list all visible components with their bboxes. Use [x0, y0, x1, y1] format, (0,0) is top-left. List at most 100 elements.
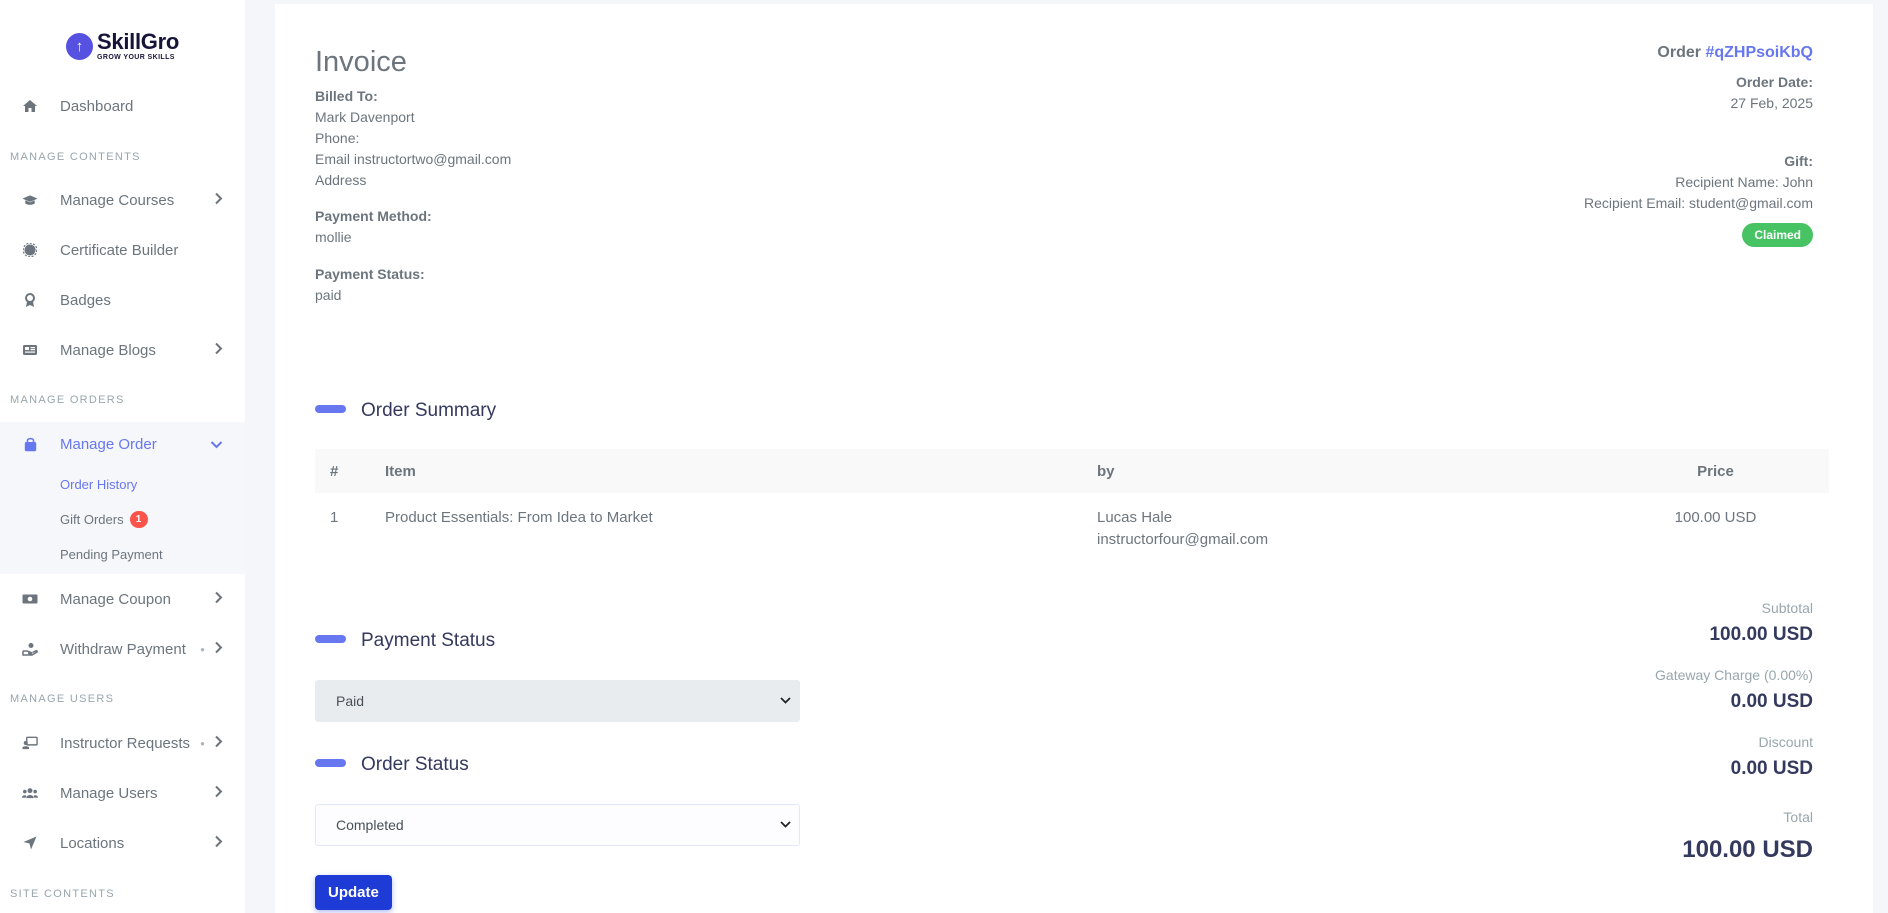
row-instructor-email: instructorfour@gmail.com: [1097, 531, 1269, 548]
sidebar-item-label: Manage Order: [60, 435, 157, 453]
sidebar-subitem-pending-payment[interactable]: Pending Payment: [60, 547, 163, 562]
newspaper-icon: [22, 342, 38, 358]
chevron-right-icon: [214, 192, 223, 208]
payment-method-label: Payment Method:: [315, 208, 432, 224]
sidebar-item-manage-order[interactable]: Manage Order: [0, 422, 245, 466]
chevron-right-icon: [214, 835, 223, 851]
graduation-cap-icon: [22, 192, 38, 208]
sidebar-item-label: Instructor Requests: [60, 734, 191, 752]
dot-indicator-icon: ●: [200, 738, 205, 748]
discount-label: Discount: [1758, 734, 1813, 750]
chevron-down-icon: [780, 819, 791, 831]
row-number: 1: [330, 509, 339, 526]
payment-status-label: Payment Status:: [315, 266, 425, 282]
sidebar-item-badges[interactable]: Badges: [0, 278, 245, 322]
certificate-icon: [22, 242, 38, 258]
sidebar-item-manage-users[interactable]: Manage Users: [0, 771, 245, 815]
total-value: 100.00 USD: [1682, 836, 1813, 863]
sidebar-item-dashboard[interactable]: Dashboard: [0, 84, 245, 128]
shopping-bag-icon: [22, 436, 38, 452]
sidebar-subitem-gift-orders[interactable]: Gift Orders 1: [60, 511, 148, 528]
chevron-right-icon: [214, 591, 223, 607]
gift-status-badge: Claimed: [1742, 223, 1813, 247]
sidebar-subitem-label: Pending Payment: [60, 547, 163, 562]
column-header-item: Item: [370, 449, 1082, 493]
table-header-row: # Item by Price: [315, 449, 1829, 493]
order-date-label: Order Date:: [1735, 74, 1813, 90]
order-id-prefix: Order: [1657, 44, 1706, 61]
column-header-price: Price: [1602, 449, 1829, 493]
subtotal-value: 100.00 USD: [1709, 624, 1813, 645]
sidebar-item-manage-courses[interactable]: Manage Courses: [0, 178, 245, 222]
chevron-right-icon: [214, 342, 223, 358]
sidebar-item-manage-blogs[interactable]: Manage Blogs: [0, 328, 245, 372]
row-by: Lucas Hale instructorfour@gmail.com: [1082, 493, 1602, 565]
sidebar-item-locations[interactable]: Locations: [0, 821, 245, 865]
chevron-right-icon: [214, 641, 223, 657]
sidebar-item-label: Manage Courses: [60, 191, 175, 209]
total-label: Total: [1783, 809, 1813, 825]
section-accent-bar: [315, 635, 346, 643]
chevron-down-icon: [210, 437, 223, 452]
order-summary-title: Order Summary: [361, 400, 497, 421]
payment-status-value: paid: [315, 287, 342, 303]
chevron-right-icon: [214, 735, 223, 751]
update-button[interactable]: Update: [315, 875, 392, 910]
home-icon: [22, 98, 38, 114]
payment-status-select[interactable]: Paid: [315, 680, 800, 722]
column-header-by: by: [1082, 449, 1602, 493]
brand[interactable]: ↑ SkillGro GROW YOUR SKILLS: [0, 0, 245, 92]
subtotal-label: Subtotal: [1761, 600, 1813, 616]
sidebar-item-manage-coupon[interactable]: Manage Coupon: [0, 577, 245, 621]
sidebar-item-label: Dashboard: [60, 97, 134, 115]
recipient-email: Recipient Email: student@gmail.com: [1584, 195, 1813, 211]
sidebar-item-label: Manage Blogs: [60, 341, 156, 359]
sidebar-item-label: Certificate Builder: [60, 241, 179, 259]
sidebar-subitem-order-history[interactable]: Order History: [60, 477, 137, 492]
order-status-select[interactable]: Completed: [315, 804, 800, 846]
order-status-heading: Order Status: [315, 754, 469, 776]
billed-name: Mark Davenport: [315, 109, 415, 125]
order-status-selected: Completed: [336, 817, 404, 833]
table-row: 1 Product Essentials: From Idea to Marke…: [315, 493, 1829, 565]
payment-status-selected: Paid: [336, 693, 365, 709]
chevron-down-icon: [780, 695, 791, 707]
order-date-value: 27 Feb, 2025: [1730, 95, 1813, 111]
row-instructor-name: Lucas Hale: [1097, 509, 1173, 526]
gateway-charge-value: 0.00 USD: [1730, 691, 1813, 712]
chalkboard-teacher-icon: [22, 735, 38, 751]
brand-logo[interactable]: ↑ SkillGro GROW YOUR SKILLS: [66, 31, 179, 61]
brand-tagline: GROW YOUR SKILLS: [97, 54, 175, 61]
dot-indicator-icon: ●: [200, 644, 205, 654]
recipient-name: Recipient Name: John: [1675, 174, 1813, 190]
sidebar: ↑ SkillGro GROW YOUR SKILLS Dashboard MA…: [0, 0, 245, 913]
column-header-number: #: [315, 449, 370, 493]
sidebar-item-certificate-builder[interactable]: Certificate Builder: [0, 228, 245, 272]
users-icon: [22, 785, 38, 801]
sidebar-item-label: Manage Users: [60, 784, 158, 802]
sidebar-subitem-label: Gift Orders: [60, 512, 124, 527]
billed-phone: Phone:: [315, 130, 360, 146]
location-arrow-icon: [22, 835, 38, 851]
money-bill-icon: [22, 591, 38, 607]
award-icon: [22, 292, 38, 308]
invoice-card: Invoice Billed To: Mark Davenport Phone:…: [275, 4, 1873, 913]
order-summary-table: # Item by Price 1 Product Essentials: Fr…: [315, 449, 1829, 565]
row-item: Product Essentials: From Idea to Market: [385, 509, 653, 526]
billed-to-label: Billed To:: [315, 88, 378, 104]
brand-name: SkillGro: [97, 29, 179, 54]
order-id-value: #qZHPsoiKbQ: [1705, 44, 1813, 61]
sidebar-subitem-label: Order History: [60, 477, 138, 492]
billed-address: Address: [315, 172, 367, 188]
gift-label: Gift:: [1784, 153, 1813, 169]
sidebar-item-withdraw-payment[interactable]: Withdraw Payment ●: [0, 627, 245, 671]
nav-header-orders: MANAGE ORDERS: [10, 394, 125, 406]
sidebar-item-instructor-requests[interactable]: Instructor Requests ●: [0, 721, 245, 765]
hand-holding-dollar-icon: [22, 641, 38, 657]
payment-status-title: Payment Status: [361, 630, 496, 651]
nav-header-contents: MANAGE CONTENTS: [10, 151, 141, 163]
nav-header-users: MANAGE USERS: [10, 693, 115, 705]
section-accent-bar: [315, 759, 346, 767]
invoice-title: Invoice: [315, 46, 407, 78]
sidebar-item-label: Badges: [60, 291, 111, 309]
